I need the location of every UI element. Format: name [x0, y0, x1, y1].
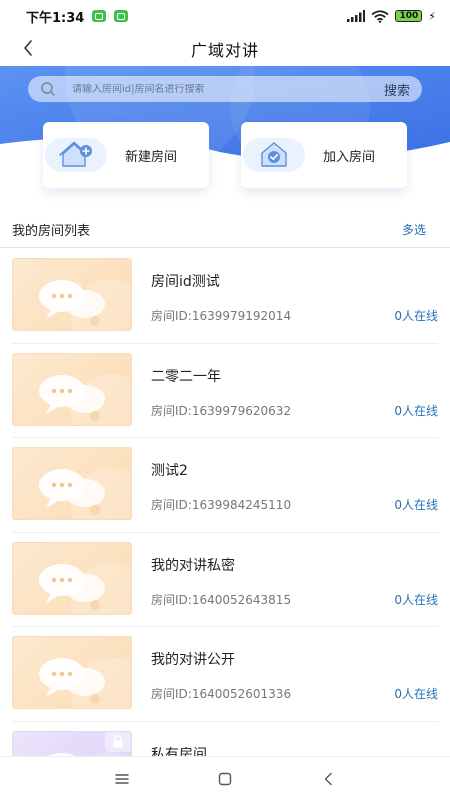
square-icon [218, 772, 232, 785]
room-online-count: 0人在线 [394, 687, 438, 701]
room-info: 测试2 房间ID:1639984245110 0人在线 [151, 438, 438, 533]
nav-back-button[interactable] [308, 764, 348, 794]
chevron-left-icon [24, 40, 32, 56]
create-room-label: 新建房间 [125, 149, 178, 165]
room-id: 房间ID:1639984245110 [151, 498, 292, 512]
room-list-header: 我的房间列表 多选 [0, 212, 450, 248]
room-list-item[interactable]: 房间id测试 房间ID:1639979192014 0人在线 [0, 249, 450, 344]
room-name: 测试2 [151, 463, 188, 479]
room-info: 房间id测试 房间ID:1639979192014 0人在线 [151, 249, 438, 344]
chat-bubbles-icon [39, 373, 131, 425]
status-indicators: 100 ⚡ [347, 10, 436, 23]
back-button[interactable] [14, 34, 42, 62]
room-online-count: 0人在线 [394, 403, 438, 418]
room-list-item[interactable]: 我的对讲私密 房间ID:1640052643815 0人在线 [0, 533, 450, 628]
room-list-title: 我的房间列表 [12, 224, 91, 239]
room-id: 房间ID:1639979620632 [151, 403, 292, 418]
nav-menu-button[interactable] [102, 764, 142, 794]
status-bar: 下午1:34 100 ⚡ [0, 0, 450, 32]
notification-icon [114, 10, 129, 22]
room-info: 二零二一年 房间ID:1639979620632 0人在线 [151, 344, 438, 439]
lock-badge [105, 731, 131, 752]
multi-select-button[interactable]: 多选 [402, 221, 426, 238]
room-online-count: 0人在线 [394, 309, 438, 323]
join-room-label: 加入房间 [323, 149, 376, 165]
search-bar: 搜索 [28, 76, 422, 102]
title-bar: 广域对讲 [0, 32, 450, 66]
room-thumbnail [12, 258, 132, 331]
room-thumbnail [12, 636, 132, 709]
room-list-item[interactable]: 我的对讲公开 房间ID:1640052601336 0人在线 [0, 627, 450, 722]
chat-bubbles-icon [39, 468, 131, 519]
room-name: 二零二一年 [151, 368, 221, 385]
room-id: 房间ID:1639979192014 [151, 309, 292, 323]
room-info: 我的对讲公开 房间ID:1640052601336 0人在线 [151, 627, 438, 722]
room-name: 房间id测试 [151, 274, 220, 290]
nav-home-button[interactable] [205, 764, 245, 794]
create-room-button[interactable]: 新建房间 [43, 122, 209, 188]
page-title: 广域对讲 [190, 41, 259, 60]
chat-bubbles-icon [39, 279, 131, 330]
join-room-icon-wrap [243, 138, 305, 172]
status-time: 下午1:34 [26, 10, 85, 26]
join-room-button[interactable]: 加入房间 [241, 122, 407, 188]
room-name: 我的对讲私密 [151, 557, 235, 574]
back-arrow-icon [325, 772, 333, 785]
charging-icon: ⚡ [428, 9, 436, 23]
room-name: 我的对讲公开 [151, 652, 235, 668]
lock-icon [113, 735, 123, 748]
room-online-count: 0人在线 [394, 498, 438, 512]
signal-icon [347, 10, 366, 22]
room-list: 房间id测试 房间ID:1639979192014 0人在线 二零二一年 房间I… [0, 249, 450, 756]
room-thumbnail [12, 730, 132, 756]
room-list-item[interactable]: 二零二一年 房间ID:1639979620632 0人在线 [0, 344, 450, 439]
room-id: 房间ID:1640052601336 [151, 687, 292, 701]
room-thumbnail [12, 447, 132, 520]
room-thumbnail [12, 541, 132, 615]
wifi-icon [371, 9, 390, 23]
search-icon [40, 80, 58, 98]
room-thumbnail [12, 352, 132, 426]
room-info: 我的对讲私密 房间ID:1640052643815 0人在线 [151, 533, 438, 628]
notification-icon [92, 10, 107, 22]
search-input[interactable] [72, 83, 378, 95]
search-button[interactable]: 搜索 [384, 80, 410, 99]
room-online-count: 0人在线 [394, 592, 438, 607]
home-add-icon [59, 141, 92, 167]
room-id: 房间ID:1640052643815 [151, 592, 292, 607]
room-name: 私有房间 [151, 746, 207, 757]
room-info: 私有房间 [151, 722, 438, 757]
menu-icon [114, 773, 129, 784]
room-list-item[interactable]: 测试2 房间ID:1639984245110 0人在线 [0, 438, 450, 533]
system-nav-bar [0, 756, 450, 800]
create-room-icon-wrap [45, 138, 107, 172]
chat-bubbles-icon [39, 562, 131, 614]
app-screen: 下午1:34 100 ⚡ 广域对讲 请输入房间id|房间名进行搜索 搜索 新建房… [0, 0, 450, 800]
room-list-item[interactable]: 私有房间 [0, 722, 450, 757]
battery-indicator: 100 [395, 10, 423, 22]
chat-bubbles-icon [39, 657, 131, 708]
home-check-icon [261, 142, 287, 167]
